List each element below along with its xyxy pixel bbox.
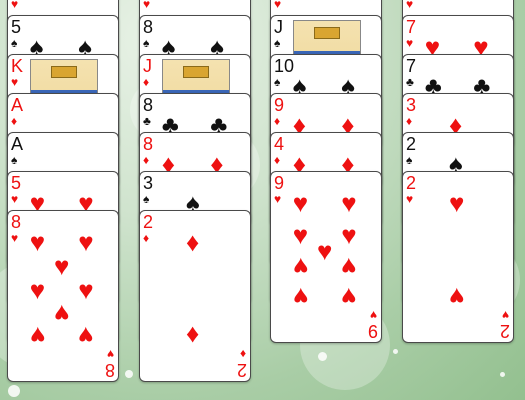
heart-icon: ♥ [341,282,357,312]
card[interactable]: 8 ♥ ♥ ♥ ♥ ♥ ♥ ♥ ♥ ♥ 8 ♥ [7,210,119,382]
heart-icon: ♥ [292,220,309,250]
diamond-icon: ♦ [406,114,413,128]
heart-icon: ♥ [449,188,465,218]
card-rank: 8 [143,17,154,37]
card-rank: 9 [274,95,285,115]
card-rank-corner: 2 [236,360,247,380]
card-rank: 3 [143,173,154,193]
card-rank: 2 [406,134,417,154]
heart-icon: ♥ [29,321,46,351]
heart-icon: ♥ [292,282,309,312]
card-rank: 7 [406,17,417,37]
card-rank: 5 [11,173,22,193]
card-rank-corner: 9 [367,321,378,341]
background-dot [8,385,20,397]
card-rank: 7 [406,56,417,76]
heart-icon: ♥ [54,251,70,281]
heart-icon: ♥ [369,308,377,322]
diamond-icon: ♦ [274,153,281,167]
background-dot [500,372,505,377]
background-dot [393,349,398,354]
card-rank: 10 [274,56,295,76]
card-rank: 5 [11,17,22,37]
crown-icon [51,66,77,78]
card-rank-corner: 2 [499,321,510,341]
spade-icon: ♠ [274,75,281,89]
heart-icon: ♥ [11,231,19,245]
heart-icon: ♥ [341,252,357,282]
heart-icon: ♥ [292,252,309,282]
heart-icon: ♥ [449,282,465,312]
heart-icon: ♥ [406,36,414,50]
spade-icon: ♠ [406,153,413,167]
heart-icon: ♥ [406,192,414,206]
heart-icon: ♥ [406,0,414,11]
diamond-icon: ♦ [143,153,150,167]
spade-icon: ♠ [143,36,150,50]
heart-icon: ♥ [29,275,46,305]
heart-icon: ♥ [501,308,509,322]
heart-icon: ♥ [274,192,282,206]
card-rank: J [143,56,152,76]
card-rank: J [274,17,283,37]
card[interactable]: 2 ♥ ♥ ♥ 2 ♥ [402,171,514,343]
heart-icon: ♥ [11,192,19,206]
card-rank: A [11,95,24,115]
diamond-icon: ♦ [143,75,150,89]
card[interactable]: 2 ♦ ♦ ♦ 2 ♦ [139,210,251,382]
card-rank: 8 [11,212,22,232]
heart-icon: ♥ [341,188,357,218]
diamond-icon: ♦ [11,114,18,128]
spade-icon: ♠ [274,36,281,50]
heart-icon: ♥ [78,275,94,305]
heart-icon: ♥ [11,0,19,11]
card-rank: 4 [274,134,285,154]
spade-icon: ♠ [11,153,18,167]
card-rank: 9 [274,173,285,193]
heart-icon: ♥ [54,299,70,329]
background-dot [318,352,327,361]
card-rank: K [11,56,24,76]
heart-icon: ♥ [143,0,151,11]
heart-icon: ♥ [11,75,19,89]
heart-icon: ♥ [341,220,357,250]
card[interactable]: 9 ♥ ♥ ♥ ♥ ♥ ♥ ♥ ♥ ♥ ♥ 9 ♥ [270,171,382,343]
heart-icon: ♥ [29,227,46,257]
club-icon: ♣ [143,114,151,128]
card-rank: A [11,134,24,154]
heart-icon: ♥ [78,321,94,351]
diamond-icon: ♦ [239,347,246,361]
background-dot [125,370,133,378]
heart-icon: ♥ [106,347,114,361]
card-rank-corner: 8 [104,360,115,380]
card-rank: 2 [143,212,154,232]
heart-icon: ♥ [78,227,94,257]
card-rank: 3 [406,95,417,115]
card-rank: 8 [143,95,154,115]
diamond-icon: ♦ [143,231,150,245]
heart-icon: ♥ [292,188,309,218]
crown-icon [314,27,340,39]
diamond-icon: ♦ [274,114,281,128]
diamond-icon: ♦ [186,227,200,257]
spade-icon: ♠ [11,36,18,50]
crown-icon [183,66,209,78]
card-rank: 2 [406,173,417,193]
heart-icon: ♥ [274,0,282,11]
club-icon: ♣ [406,75,414,89]
diamond-icon: ♦ [186,321,200,351]
heart-icon: ♥ [317,236,333,266]
spade-icon: ♠ [143,192,150,206]
card-rank: 8 [143,134,154,154]
